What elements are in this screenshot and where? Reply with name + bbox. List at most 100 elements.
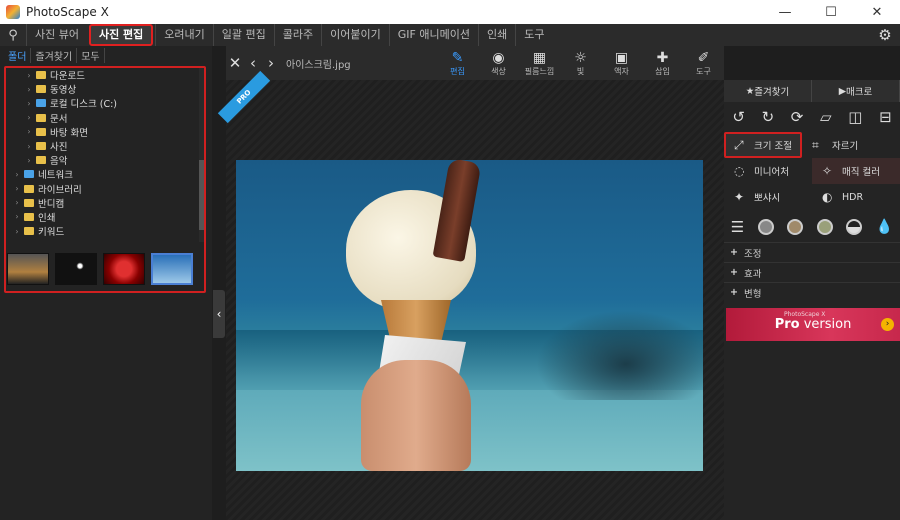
chevron-right-icon[interactable]: › [12,184,22,193]
function-button[interactable]: ⌗ 자르기 [802,132,890,158]
drop-icon[interactable]: 💧 [876,219,893,235]
rotate-left-icon[interactable]: ↺ [732,108,745,126]
chevron-right-icon[interactable]: › [24,99,34,108]
folder-icon [36,142,46,151]
pro-version-banner[interactable]: PhotoScape X Pro version › [726,308,900,341]
thumbnail-sunset[interactable] [7,253,49,285]
tree-item[interactable]: › 사진 [6,139,202,154]
film-icon: ▦ [532,49,547,66]
tools-icon: ✐ [697,49,710,66]
tool-edit[interactable]: ✎ 편집 [437,46,478,80]
right-tab[interactable]: ★ 즐겨찾기 [724,80,812,102]
tree-item[interactable]: › 반디캠 [6,196,202,210]
tree-item[interactable]: › 로컬 디스크 (C:) [6,96,202,111]
promo-arrow-icon[interactable]: › [881,318,894,331]
filter-2-icon[interactable] [787,219,804,235]
menu-item[interactable]: 도구 [515,24,552,46]
tree-item-label: 인쇄 [38,212,56,224]
tree-scrollbar[interactable] [199,68,204,242]
accordion-item[interactable]: + 효과 [724,262,900,282]
rotate-free-icon[interactable]: ⟳ [791,108,804,126]
menu-item[interactable]: 인쇄 [477,24,515,46]
rotate-right-icon[interactable]: ↻ [762,108,775,126]
function-button[interactable]: ⤢ 크기 조절 [724,132,802,158]
search-icon[interactable]: ⚲ [0,24,26,46]
tree-item[interactable]: › 다운로드 [6,68,202,83]
function-button[interactable]: ✦ 뽀샤시 [724,184,812,210]
tool-tools[interactable]: ✐ 도구 [683,46,724,80]
settings-gear-icon[interactable]: ⚙ [870,26,900,44]
tool-label: 빛 [576,66,585,76]
maximize-button[interactable]: ☐ [808,0,854,24]
close-button[interactable]: ✕ [854,0,900,24]
tree-item[interactable]: › 음악 [6,153,202,168]
chevron-right-icon[interactable]: › [24,113,34,122]
tool-label: 색상 [491,66,506,76]
chevron-right-icon[interactable]: › [12,212,22,221]
tree-item-label: 네트워크 [38,170,73,182]
tree-item-label: 사진 [50,142,68,154]
chevron-right-icon[interactable]: › [12,227,22,236]
collapse-panel-button[interactable]: ‹ [213,290,225,338]
thumbnail-moon[interactable] [55,253,97,285]
accordion-item[interactable]: + 조정 [724,242,900,262]
tree-item[interactable]: › 문서 [6,111,202,125]
minimize-button[interactable]: — [762,0,808,24]
accordion-item[interactable]: + 변형 [724,282,900,302]
promo-pro-text: Pro [774,317,800,332]
tool-color[interactable]: ◉ 색상 [478,46,519,80]
tree-item[interactable]: › 키워드 [6,224,202,239]
next-image-icon[interactable]: › [262,54,280,72]
tree-item[interactable]: › 바탕 화면 [6,125,202,139]
chevron-right-icon[interactable]: › [24,142,34,151]
chevron-right-icon[interactable]: › [12,170,22,179]
lines-icon[interactable]: ☰ [731,218,744,236]
tree-item[interactable]: › 인쇄 [6,210,202,224]
tree-item[interactable]: › 동영상 [6,82,202,97]
image-canvas[interactable]: PRO [217,70,724,520]
menu-item[interactable]: 이어붙이기 [321,24,389,46]
right-tab[interactable]: ▶ 매크로 [812,80,900,102]
tool-label: 액자 [614,66,629,76]
chevron-right-icon[interactable]: › [24,85,34,94]
chevron-right-icon[interactable]: › [24,127,34,136]
tool-frame[interactable]: ▣ 액자 [601,46,642,80]
menu-item[interactable]: 오려내기 [155,24,212,46]
folder-icon [24,184,34,193]
tree-item[interactable]: › 네트워크 [6,167,202,182]
accordion-label: 조정 [744,248,762,260]
folder-tree: › 다운로드 › 동영상 › 로컬 디스크 (C:) › 문서 › 바탕 화면 › 사진 › 음악 › 네트워… [6,68,202,242]
prev-image-icon[interactable]: ‹ [244,54,262,72]
filter-1-icon[interactable] [757,219,774,235]
menu-item[interactable]: 사진 편집 [88,24,154,46]
menu-item[interactable]: 사진 뷰어 [26,24,87,46]
function-button[interactable]: ◌ 미니어처 [724,158,812,184]
left-tab[interactable]: 폴더 [4,47,32,63]
scrollbar-thumb[interactable] [199,160,204,230]
thumbnail-flower[interactable] [103,253,145,285]
left-tab[interactable]: 모두 [77,47,105,63]
filter-3-icon[interactable] [816,219,833,235]
menu-item[interactable]: 콜라주 [273,24,321,46]
straighten-icon[interactable]: ▱ [820,108,832,126]
folder-icon [36,127,46,136]
tool-insert[interactable]: ✚ 삽입 [642,46,683,80]
filter-4-icon[interactable] [846,219,863,235]
tool-light[interactable]: ☼ 빛 [560,46,601,80]
chevron-right-icon[interactable]: › [24,71,34,80]
flip-horizontal-icon[interactable]: ◫ [848,108,862,126]
function-button[interactable]: ◐ HDR [812,184,900,210]
function-button[interactable]: ✧ 매직 컬러 [812,158,900,184]
thumbnail-icecream[interactable] [151,253,193,285]
flip-vertical-icon[interactable]: ⊟ [879,108,892,126]
tree-item-label: 음악 [50,156,68,168]
tool-film[interactable]: ▦ 필름느낌 [519,46,560,80]
close-image-icon[interactable]: ✕ [226,54,244,72]
menu-item[interactable]: GIF 애니메이션 [388,24,478,46]
left-tab[interactable]: 즐겨찾기 [31,47,78,63]
chevron-right-icon[interactable]: › [12,198,22,207]
tree-item[interactable]: › 라이브러리 [6,182,202,196]
menu-item[interactable]: 일괄 편집 [212,24,274,46]
edited-photo[interactable] [236,160,703,471]
chevron-right-icon[interactable]: › [24,156,34,165]
